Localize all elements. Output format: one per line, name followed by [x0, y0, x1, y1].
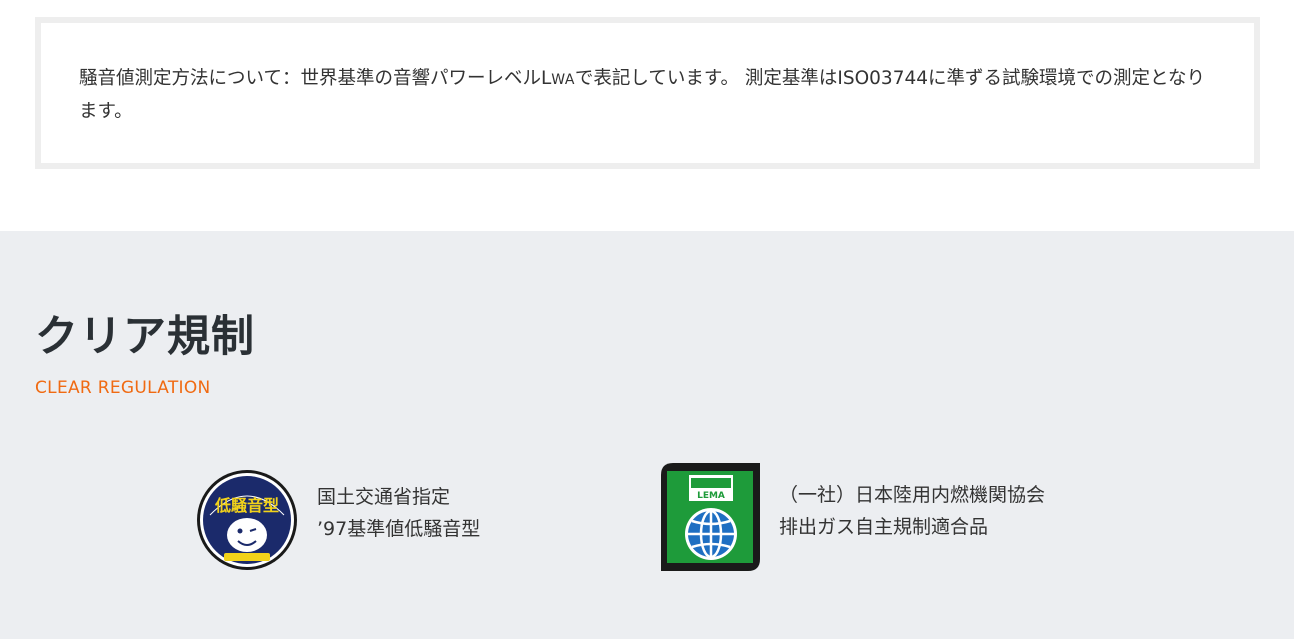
low-noise-seal-icon: 低騒音型	[197, 470, 297, 570]
lema-badge-text: LEMA	[697, 491, 725, 501]
cert-lema: LEMA （一社）日本陸用内燃機関協会 排出ガス自主規制適合品	[661, 463, 1081, 571]
cert-lema-line1: （一社）日本陸用内燃機関協会	[779, 484, 1046, 506]
cert-lema-line2: 排出ガス自主規制適合品	[779, 516, 989, 538]
cert-low-noise-line1: 国土交通省指定	[317, 486, 451, 508]
seal-badge-text: 低騒音型	[214, 496, 279, 515]
lwa-subscript: WA	[551, 72, 575, 88]
cert-low-noise-line2: ’97基準値低騒音型	[317, 518, 481, 540]
clear-regulation-section: クリア規制 CLEAR REGULATION 低騒音型 国土交通省指定 ’97基…	[0, 231, 1294, 639]
noise-measurement-note: 騒音値測定方法について：世界基準の音響パワーレベルLWAで表記しています。 測定…	[35, 17, 1260, 169]
section-subtitle: CLEAR REGULATION	[35, 378, 211, 398]
cert-low-noise: 低騒音型 国土交通省指定 ’97基準値低騒音型	[196, 469, 506, 573]
lema-globe-icon: LEMA	[661, 463, 760, 571]
noise-measurement-text: 騒音値測定方法について：世界基準の音響パワーレベルLWAで表記しています。 測定…	[79, 68, 1205, 122]
section-title: クリア規制	[35, 312, 255, 362]
